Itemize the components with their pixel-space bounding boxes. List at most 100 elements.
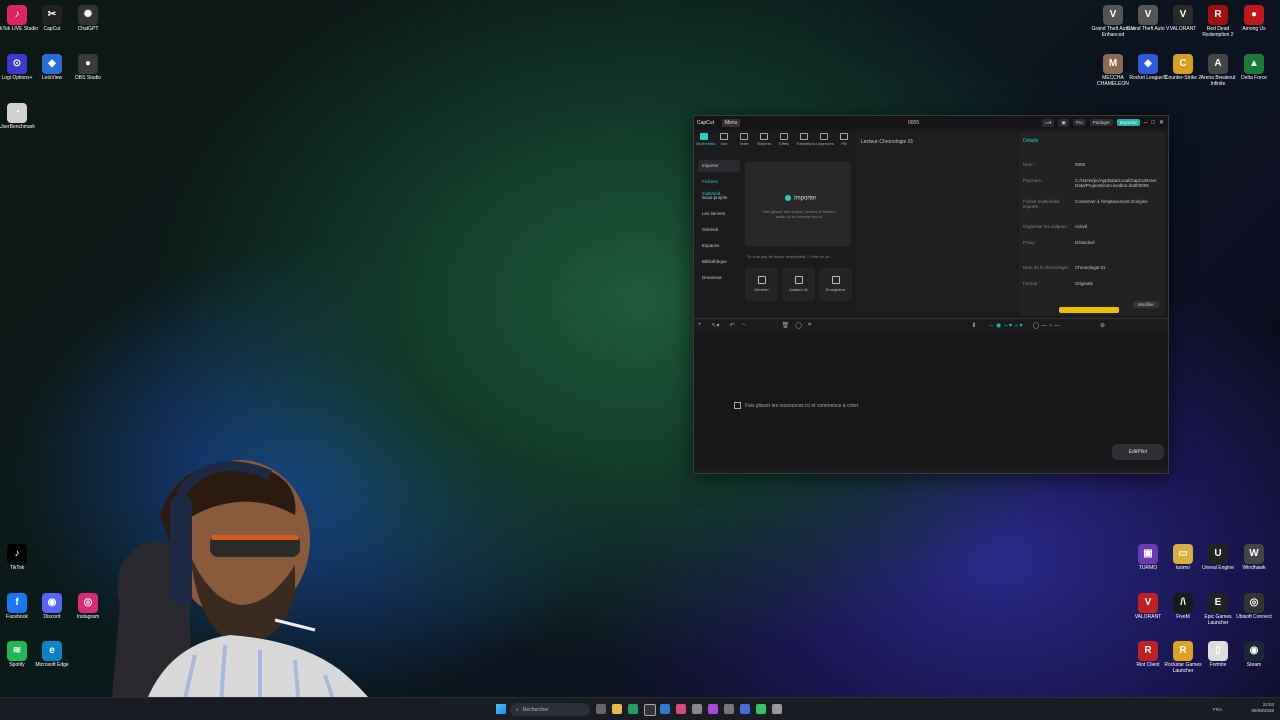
quick-card[interactable]: Enregistrer — [819, 268, 852, 301]
store-icon[interactable] — [660, 704, 670, 714]
app-icon-2[interactable] — [692, 704, 702, 714]
crop-icon[interactable]: ⌗ — [808, 322, 811, 329]
media-icon — [734, 402, 741, 409]
app-icon: ◔ — [7, 103, 27, 123]
tab-2[interactable]: Texte — [736, 132, 752, 150]
tab-4[interactable]: Effets — [776, 132, 792, 150]
desktop-icon[interactable]: ● OBS Studio — [65, 54, 111, 82]
export-button[interactable]: Exporter — [1116, 119, 1140, 126]
app-icon-1[interactable] — [676, 704, 686, 714]
explorer-icon[interactable] — [612, 704, 622, 714]
pro-button[interactable]: Pro — [1072, 119, 1086, 126]
zoom-slider[interactable]: ◯ — ○ — — [1033, 322, 1060, 329]
language-indicator[interactable]: FRA — [1213, 707, 1222, 713]
sidebar-item[interactable]: Espaces — [698, 240, 740, 252]
desktop-icon[interactable]: ◔ UserBenchmark — [0, 103, 40, 131]
sidebar-item[interactable]: Général — [698, 224, 740, 236]
sidebar-item[interactable]: Les tiennes — [698, 208, 740, 220]
tab-label: Légendes — [816, 141, 834, 146]
timeline-toolbar: + ↖▾ ↶ ↷ 🗑 ◯ ⌗ ⬇ ⇔ ◉ ⇔▾ ⇔▾ ◯ — ○ — ⊕ — [694, 318, 1168, 331]
app-icon: ◆ — [42, 54, 62, 74]
detail-value: Chronologie 01 — [1075, 265, 1106, 270]
card-icon — [831, 276, 840, 284]
detail-key: Nom de la chronologie : — [1023, 265, 1071, 270]
zoom-fit-icon[interactable]: ⊕ — [1100, 322, 1105, 329]
import-title[interactable]: Importer — [785, 195, 816, 202]
tab-icon — [820, 133, 828, 140]
taskview-icon[interactable] — [596, 704, 606, 714]
clock-date: 05/08/2026 — [1251, 707, 1274, 713]
capcut-window[interactable]: CapCut Menu 0005 ▭▾ ▣ Pro Partager Expor… — [693, 115, 1169, 474]
tab-6[interactable]: Légendes — [816, 132, 834, 150]
card-icon — [794, 276, 803, 284]
cursor-icon[interactable]: ↖▾ — [712, 322, 720, 329]
tab-label: Effets — [778, 141, 790, 146]
app-icon: ◈ — [1138, 54, 1158, 74]
app-icon: V — [1103, 5, 1123, 25]
app-icon: ♪ — [7, 544, 27, 564]
desktop-icon-label: Ubisoft Connect — [1236, 614, 1272, 620]
link-icon[interactable]: ⇔ ◉ ⇔▾ ⇔▾ — [988, 322, 1022, 329]
sidebar-item[interactable]: Dreamina — [698, 272, 740, 284]
desktop-icon[interactable]: ▲ Delta Force — [1231, 54, 1277, 82]
desktop-icon[interactable]: ● Among Us — [1231, 5, 1277, 33]
close-icon[interactable]: ✕ — [1159, 119, 1164, 126]
settings-icon[interactable] — [724, 704, 734, 714]
quick-card[interactable]: Avatars IA — [782, 268, 815, 301]
menu-button[interactable]: Menu — [721, 118, 741, 127]
modify-button[interactable]: Modifier — [1132, 301, 1159, 308]
detail-value: Désactivé — [1075, 240, 1095, 245]
tab-1[interactable]: Son — [716, 132, 732, 150]
undo-icon[interactable]: ↶ — [730, 322, 735, 329]
webcam-overlay — [110, 460, 385, 720]
detail-value: C:/Users/pc/AppData/Local/CapCut/User Da… — [1075, 178, 1157, 188]
sidebar-item[interactable]: Importer — [698, 160, 740, 172]
capcut-taskbar-icon[interactable] — [644, 704, 656, 716]
maximize-icon[interactable]: □ — [1151, 120, 1155, 126]
import-dropzone[interactable]: Importer Fais glisser des vidéos, photos… — [745, 162, 851, 246]
sidebar-item[interactable]: Fichiers multiméd... — [698, 176, 740, 196]
layout-icon[interactable]: ▭▾ — [1041, 118, 1055, 127]
capcut-logo: CapCut — [697, 119, 714, 126]
add-icon[interactable]: + — [698, 322, 702, 328]
quick-card[interactable]: Générer — [745, 268, 778, 301]
screen-icon[interactable]: ▣ — [1058, 118, 1069, 127]
app-icon: ● — [78, 54, 98, 74]
tab-7[interactable]: Filt — [836, 132, 852, 150]
desktop-icon[interactable]: ✺ ChatGPT — [65, 5, 111, 33]
app-icon: R — [1208, 5, 1228, 25]
tab-3[interactable]: Stickers — [756, 132, 772, 150]
desktop-icon[interactable]: ♪ TikTok — [0, 544, 40, 572]
desktop-icon[interactable]: e Microsoft Edge — [29, 641, 75, 669]
timeline-area[interactable]: Fais glisser les ressources ici et comme… — [694, 331, 1168, 469]
import-subtitle: Fais glisser des vidéos, photos et fichi… — [762, 209, 836, 219]
app-icon-3[interactable] — [708, 704, 718, 714]
tab-0[interactable]: Multimédia — [696, 132, 715, 150]
app-icon-5[interactable] — [756, 704, 766, 714]
app-icon-6[interactable] — [772, 704, 782, 714]
tab-5[interactable]: Transitions — [796, 132, 815, 150]
edge-icon[interactable] — [628, 704, 638, 714]
app-icon: A — [1208, 54, 1228, 74]
delete-icon[interactable]: 🗑 — [782, 322, 790, 329]
search-box[interactable]: ⌕ Rechercher — [510, 703, 590, 716]
minimize-icon[interactable]: – — [1144, 120, 1147, 126]
desktop-icon[interactable]: W Windhawk — [1231, 544, 1277, 572]
sidebar-item[interactable]: Sous-projets — [698, 192, 740, 204]
card-label: Enregistrer — [825, 287, 846, 292]
detail-value: Conserver à l'emplacement d'origine — [1075, 199, 1148, 204]
detail-row: Organiser les calques : Activé — [1023, 224, 1163, 229]
window-titlebar[interactable]: CapCut Menu 0005 ▭▾ ▣ Pro Partager Expor… — [694, 116, 1168, 129]
sidebar-item[interactable]: Bibliothèque — [698, 256, 740, 268]
marker-icon[interactable]: ◯ — [795, 322, 802, 329]
redo-icon[interactable]: ↷ — [741, 322, 746, 329]
app-icon-4[interactable] — [740, 704, 750, 714]
mic-icon[interactable]: ⬇ — [971, 322, 976, 329]
desktop-icon[interactable]: ◉ Steam — [1231, 641, 1277, 669]
desktop-icon[interactable]: ◎ Ubisoft Connect — [1231, 593, 1277, 621]
start-icon[interactable] — [496, 704, 506, 714]
system-tray[interactable]: FRA 22:53 05/08/2026 — [1213, 702, 1274, 714]
share-button[interactable]: Partager — [1089, 119, 1113, 126]
create-hint[interactable]: Tu n'as pas de fichier multimédia ? Crée… — [747, 254, 833, 259]
editpilot-button[interactable]: EditPilot — [1112, 444, 1164, 460]
